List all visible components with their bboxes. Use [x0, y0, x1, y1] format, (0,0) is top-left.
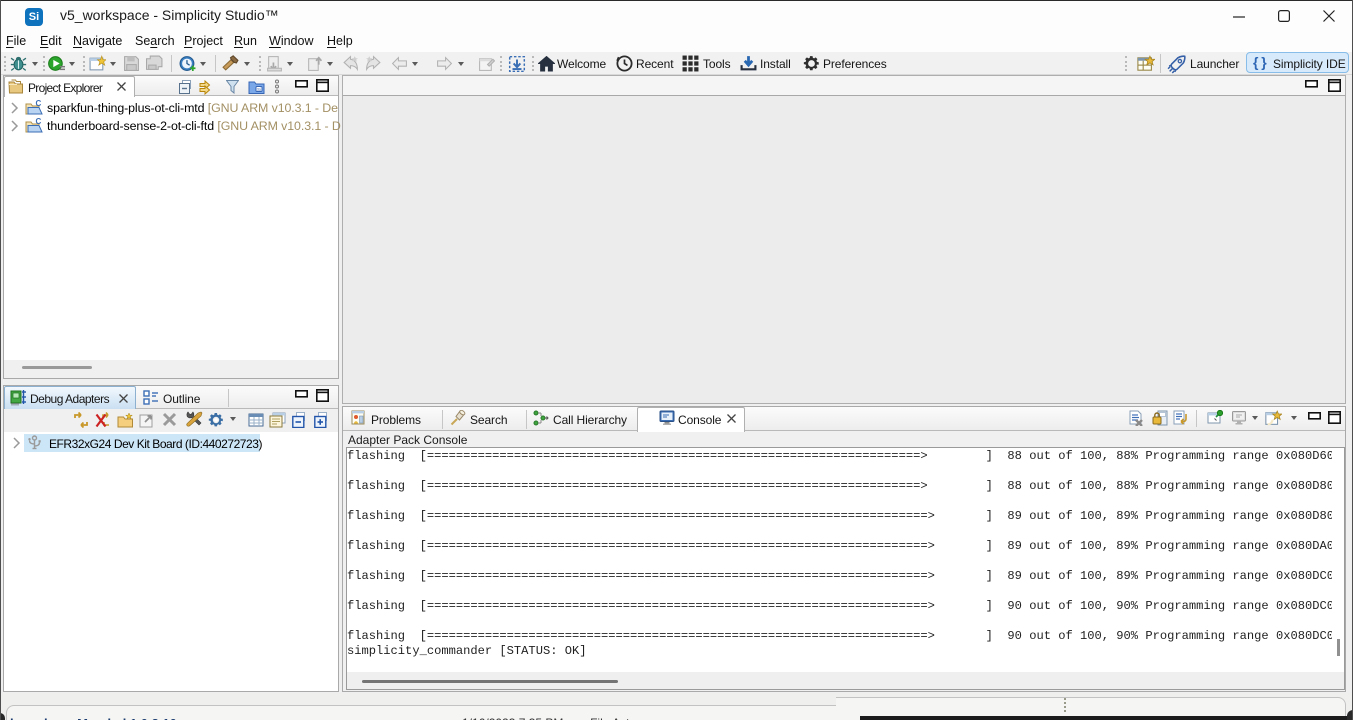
svg-text:Si: Si [257, 87, 261, 92]
svg-text:C: C [36, 118, 42, 126]
svg-text:C: C [36, 100, 42, 108]
